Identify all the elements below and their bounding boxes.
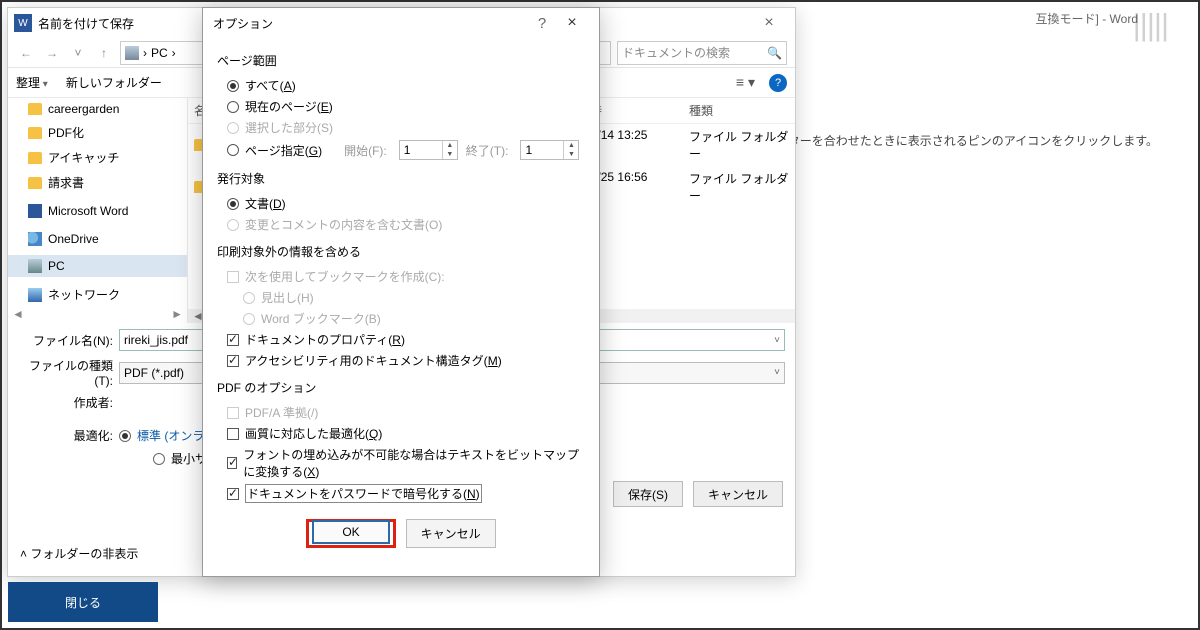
tree-item-network: ネットワーク [8, 282, 187, 307]
radio-current[interactable] [227, 101, 239, 113]
saveas-close-button[interactable]: × [749, 14, 789, 32]
save-button[interactable]: 保存(S) [613, 481, 683, 507]
search-icon: 🔍 [767, 46, 782, 60]
optimize-min-radio[interactable] [153, 453, 165, 465]
tree-scroll-left[interactable]: ◄ [12, 307, 24, 321]
help-icon[interactable]: ? [769, 74, 787, 92]
word-titlebar: 互換モード] - Word [1036, 10, 1138, 27]
chk-pdfa [227, 407, 239, 419]
author-label: 作成者: [18, 394, 113, 411]
close-button[interactable]: 閉じる [8, 582, 158, 622]
page-end-input[interactable]: ▲▼ [520, 140, 579, 160]
radio-headings [243, 292, 255, 304]
optimize-label: 最適化: [18, 427, 113, 444]
search-input[interactable]: ドキュメントの検索 🔍 [617, 41, 787, 65]
nav-history-icon[interactable]: ˅ [68, 46, 88, 60]
nav-up-icon[interactable]: ↑ [94, 46, 114, 60]
ok-button[interactable]: OK [312, 520, 389, 544]
options-cancel-button[interactable]: キャンセル [406, 519, 496, 548]
options-help-icon[interactable]: ? [529, 15, 555, 32]
tree-scroll-right[interactable]: ► [171, 307, 183, 321]
optimize-standard-radio[interactable] [119, 430, 131, 442]
chk-encrypt[interactable] [227, 488, 239, 500]
options-dialog: オプション ? × ページ範囲 すべて(A) 現在のページ(E) 選択した部分(… [202, 7, 600, 577]
chk-accessibility[interactable] [227, 355, 239, 367]
nonprint-heading: 印刷対象外の情報を含める [217, 243, 585, 260]
new-folder-button[interactable]: 新しいフォルダー [66, 74, 162, 91]
radio-wordbm [243, 313, 255, 325]
hide-folders-link[interactable]: フォルダーの非表示 [20, 545, 138, 562]
radio-selection [227, 122, 239, 134]
nav-fwd-icon[interactable]: → [42, 46, 62, 60]
page-range-heading: ページ範囲 [217, 52, 585, 69]
page-start-input[interactable]: ▲▼ [399, 140, 458, 160]
filename-label: ファイル名(N): [18, 332, 113, 349]
radio-doc[interactable] [227, 198, 239, 210]
radio-pages[interactable] [227, 144, 239, 156]
word-icon: W [14, 14, 32, 32]
ok-highlight: OK [306, 519, 395, 548]
folder-tree[interactable]: careergarden PDF化 アイキャッチ 請求書 Microsoft W… [8, 98, 188, 323]
tree-item: PDF化 [8, 120, 187, 145]
options-close-icon[interactable]: × [555, 14, 589, 32]
view-mode-button[interactable]: ≡ ▾ [736, 74, 755, 91]
pc-icon [125, 46, 139, 60]
chk-bitmap[interactable] [227, 457, 237, 469]
tree-item-onedrive: OneDrive [8, 228, 187, 250]
tree-item: careergarden [8, 98, 187, 120]
pdf-options-heading: PDF のオプション [217, 379, 585, 396]
nav-back-icon[interactable]: ← [16, 46, 36, 60]
cancel-button[interactable]: キャンセル [693, 481, 783, 507]
chk-properties[interactable] [227, 334, 239, 346]
tree-item: 請求書 [8, 170, 187, 195]
tree-item-pc: PC [8, 255, 187, 277]
saveas-title: 名前を付けて保存 [38, 15, 134, 32]
col-type[interactable]: 種類 [689, 102, 789, 119]
tree-item: アイキャッチ [8, 145, 187, 170]
tree-item-word: Microsoft Word [8, 200, 187, 222]
radio-all[interactable] [227, 80, 239, 92]
organize-button[interactable]: 整理 [16, 74, 48, 91]
radio-doc-comments [227, 219, 239, 231]
word-ruler: ||||| [1133, 7, 1168, 43]
options-title: オプション [213, 15, 273, 32]
chk-image-opt[interactable] [227, 428, 239, 440]
publish-heading: 発行対象 [217, 170, 585, 187]
filetype-label: ファイルの種類(T): [18, 357, 113, 388]
chk-bookmarks [227, 271, 239, 283]
